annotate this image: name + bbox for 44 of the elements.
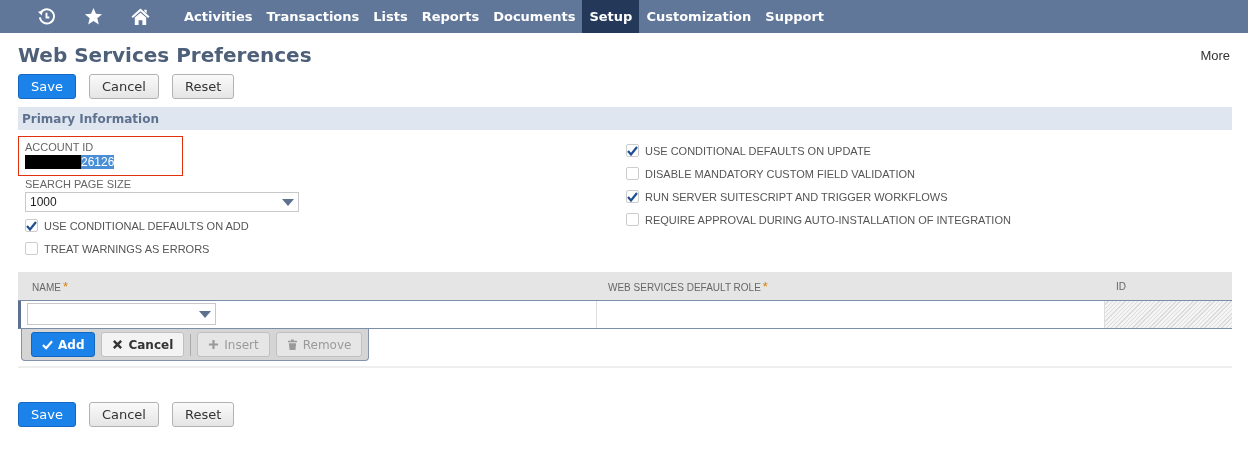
section-title: Primary Information (22, 111, 159, 126)
add-button[interactable]: Add (31, 332, 96, 357)
column-header: ID (1115, 280, 1127, 292)
check-icon (42, 339, 53, 350)
checkbox-label: USE CONDITIONAL DEFAULTS ON UPDATE (645, 144, 871, 157)
checkbox-label: REQUIRE APPROVAL DURING AUTO-INSTALLATION OF INTEGRATION (645, 213, 1011, 226)
star-icon[interactable] (84, 7, 103, 26)
nav-item[interactable]: Customization (639, 0, 759, 33)
field-label: SEARCH PAGE SIZE (25, 178, 133, 190)
more-link[interactable]: More (1200, 47, 1230, 63)
column-header: NAME* (31, 278, 69, 294)
checkbox-label: DISABLE MANDATORY CUSTOM FIELD VALIDATION (645, 167, 915, 180)
trash-icon (286, 339, 298, 350)
nav-item[interactable]: Activities (177, 0, 260, 33)
nav-item[interactable]: Support (758, 0, 832, 33)
caret-icon (282, 198, 294, 206)
nav-item[interactable]: Documents (486, 0, 583, 33)
nav-item[interactable]: Reports (414, 0, 487, 33)
checkbox-label: RUN SERVER SUITESCRIPT AND TRIGGER WORKFLOWS (645, 190, 948, 203)
checkbox-label: TREAT WARNINGS AS ERRORS (44, 242, 210, 255)
save-button[interactable]: Save (18, 74, 76, 99)
cancel-button[interactable]: Cancel (88, 402, 159, 427)
cancel-button[interactable]: Cancel (88, 74, 159, 99)
checkbox[interactable] (25, 219, 38, 232)
plus-icon (208, 339, 220, 350)
checkbox[interactable] (626, 144, 639, 157)
field-value: 26126 (81, 155, 115, 169)
reset-button[interactable]: Reset (171, 74, 235, 99)
checkbox-label: USE CONDITIONAL DEFAULTS ON ADD (44, 219, 249, 232)
cancel-button[interactable]: Cancel (101, 332, 185, 357)
nav-item[interactable]: Lists (366, 0, 415, 33)
caret-icon (199, 310, 211, 318)
field-label: ACCOUNT ID (25, 141, 95, 153)
nav-item[interactable]: Transactions (259, 0, 367, 33)
nav-item[interactable]: Setup (582, 0, 640, 33)
checkbox[interactable] (626, 190, 639, 203)
history-icon[interactable] (37, 7, 56, 26)
home-icon[interactable] (131, 7, 150, 26)
search-page-size-dropdown[interactable]: 1000 (25, 192, 299, 212)
reset-button[interactable]: Reset (171, 402, 235, 427)
page-title: Web Services Preferences (18, 43, 312, 67)
column-header: WEB SERVICES DEFAULT ROLE* (607, 278, 769, 294)
save-button[interactable]: Save (18, 402, 76, 427)
close-icon (112, 339, 124, 350)
